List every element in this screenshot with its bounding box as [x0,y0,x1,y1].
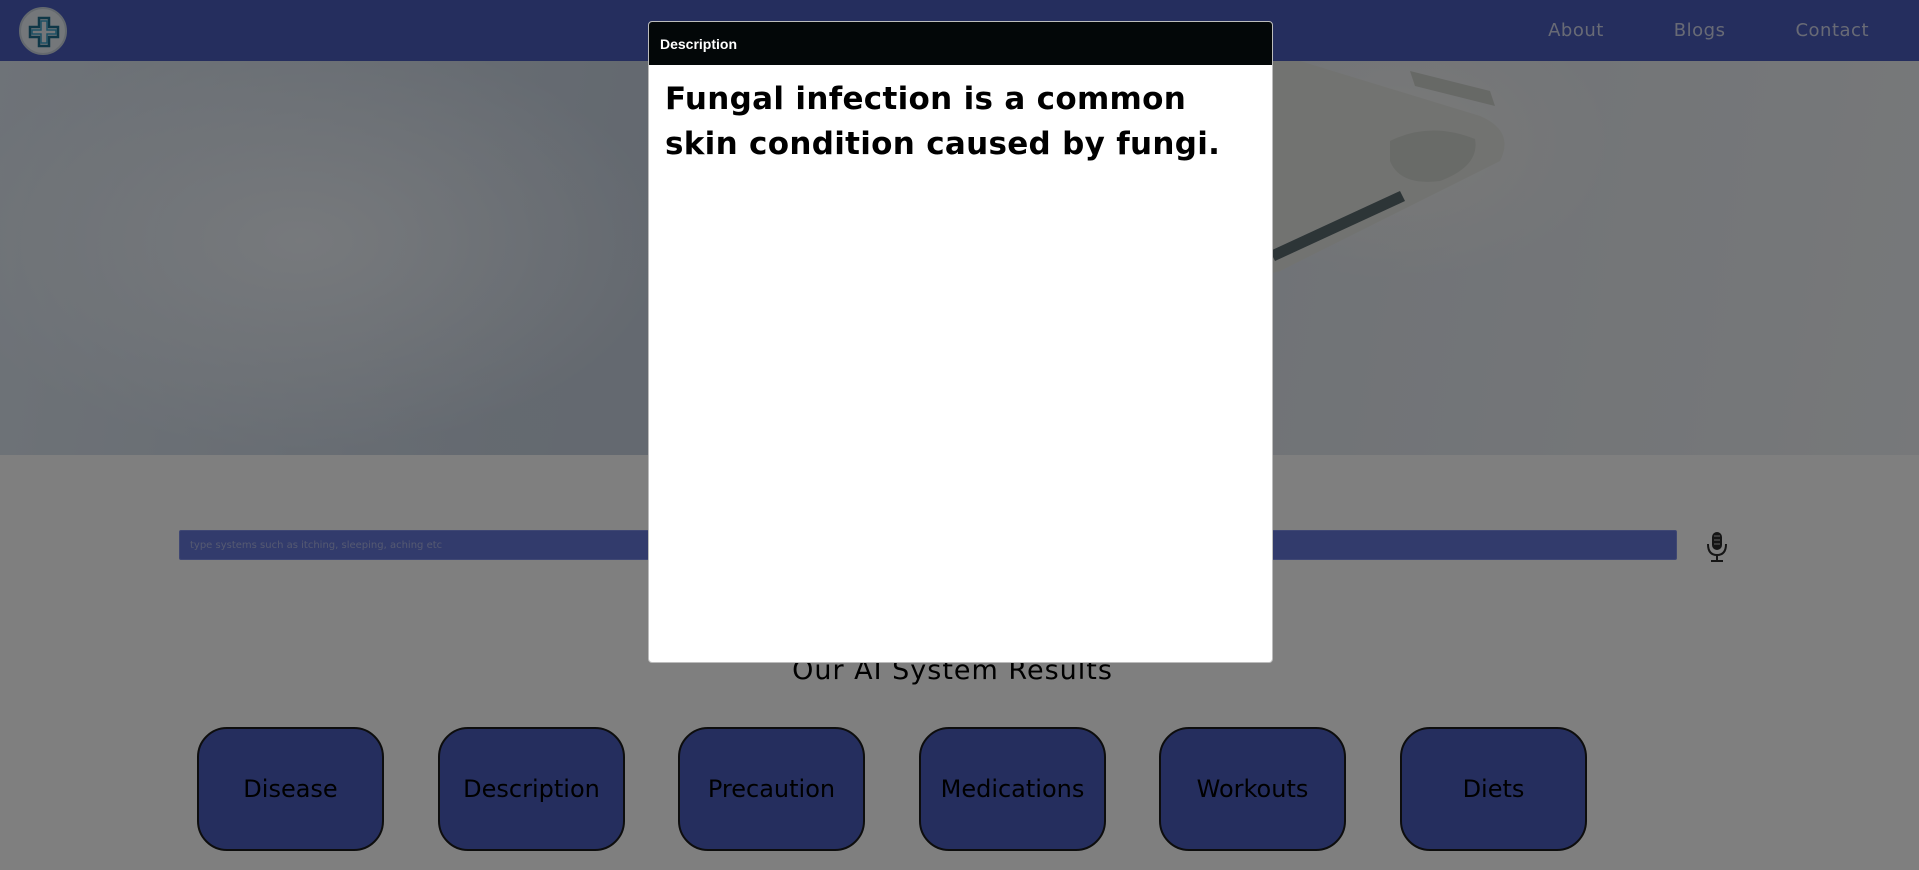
page: About Blogs Contact Our AI System Result… [0,0,1919,870]
modal-header: Description [649,22,1272,65]
modal-title: Description [660,35,738,52]
modal-description-text: Fungal infection is a common skin condit… [665,81,1221,162]
modal-body: Fungal infection is a common skin condit… [649,65,1272,179]
description-modal: Description Fungal infection is a common… [648,21,1273,663]
